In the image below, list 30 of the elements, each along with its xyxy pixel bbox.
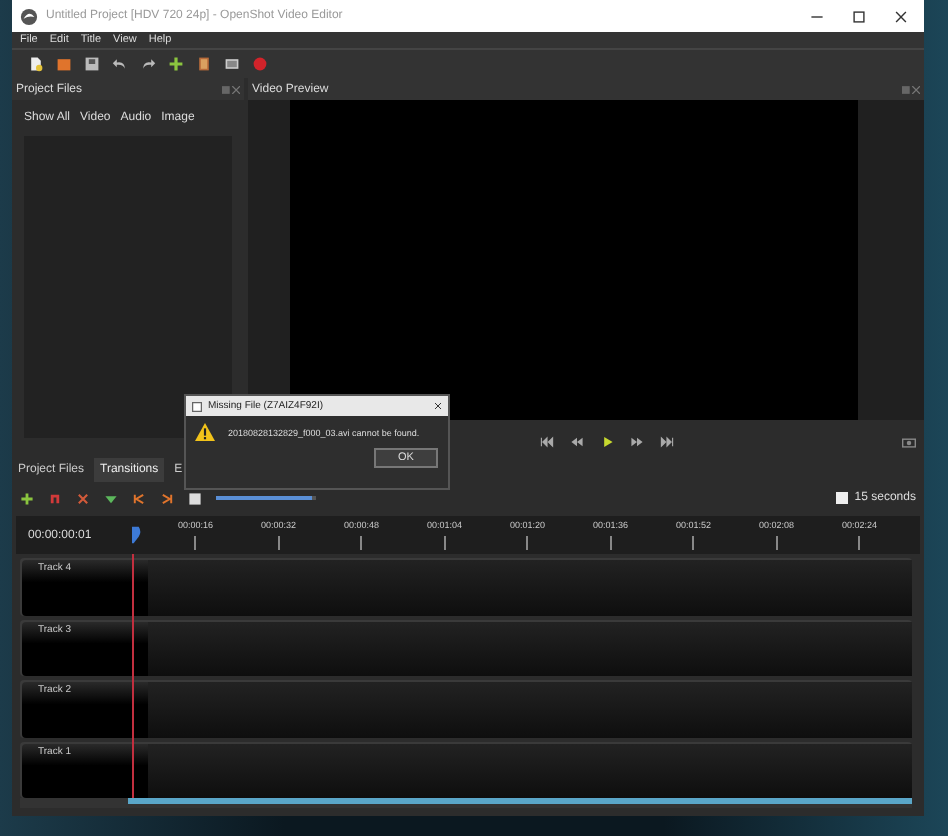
jump-end-icon[interactable] [659, 436, 673, 448]
add-track-icon[interactable] [20, 491, 34, 505]
camera-icon[interactable] [902, 436, 916, 448]
checkbox[interactable] [836, 492, 849, 504]
previous-marker-icon[interactable] [132, 491, 146, 505]
marker-icon[interactable] [104, 491, 118, 505]
dialog-icon [192, 401, 202, 411]
magnet-icon[interactable] [48, 491, 62, 505]
close-icon[interactable] [894, 9, 908, 23]
add-icon[interactable] [168, 56, 184, 72]
maximize-icon[interactable] [852, 9, 866, 23]
dock-icon[interactable] [222, 85, 240, 93]
playhead-icon[interactable] [132, 526, 142, 544]
app-logo-icon [20, 7, 38, 25]
screen-icon[interactable] [224, 56, 240, 72]
razor-icon[interactable] [76, 491, 90, 505]
warning-icon [194, 422, 216, 442]
save-icon[interactable] [84, 56, 100, 72]
close-icon[interactable] [434, 402, 442, 410]
dock-icon[interactable] [902, 85, 920, 93]
record-icon[interactable] [252, 56, 268, 72]
undo-icon[interactable] [112, 56, 128, 72]
play-icon[interactable] [599, 436, 613, 448]
redo-icon[interactable] [140, 56, 156, 72]
fast-forward-icon[interactable] [629, 436, 643, 448]
rewind-icon[interactable] [569, 436, 583, 448]
scrollbar-thumb[interactable] [127, 798, 912, 804]
new-file-icon[interactable] [28, 56, 44, 72]
next-marker-icon[interactable] [160, 491, 174, 505]
jump-start-icon[interactable] [539, 436, 553, 448]
